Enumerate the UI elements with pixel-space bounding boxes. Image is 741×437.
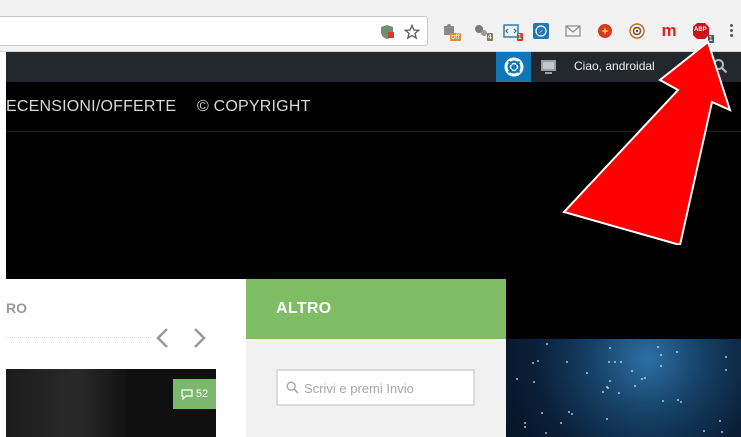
thumbnail-image	[6, 369, 126, 437]
star-dot	[644, 377, 646, 379]
star-dot	[662, 400, 664, 402]
star-dot	[560, 422, 562, 424]
star-dot	[660, 354, 662, 356]
star-dot	[660, 365, 662, 367]
page: off 4 1 m ABP 1 Ciao, androidal ECENSION…	[0, 0, 741, 437]
shield-icon[interactable]	[378, 23, 396, 41]
comment-icon	[181, 388, 193, 400]
star-dot	[524, 422, 526, 424]
star-dot	[606, 418, 608, 420]
star-dot	[545, 432, 547, 434]
altro-widget-header: ALTRO	[246, 279, 506, 339]
star-dot	[676, 351, 678, 353]
star-dot	[631, 370, 633, 372]
lifebuoy-icon[interactable]	[496, 52, 531, 82]
star-dot	[677, 399, 679, 401]
gear-cluster-extension-icon[interactable]: 4	[472, 22, 493, 41]
star-dot	[657, 346, 659, 348]
star-dot	[586, 372, 588, 374]
star-dot	[532, 362, 534, 364]
comment-count-badge[interactable]: 52	[173, 379, 216, 409]
post-thumbnail[interactable]: 52	[6, 369, 216, 437]
extension-badge: off	[449, 33, 461, 41]
star-dot	[618, 392, 620, 394]
search-box[interactable]	[276, 369, 475, 406]
star-dot	[571, 413, 573, 415]
star-dot	[606, 386, 608, 388]
next-arrow-icon[interactable]	[190, 327, 208, 349]
puzzle-extension-icon[interactable]: off	[440, 22, 461, 41]
address-bar[interactable]	[0, 16, 428, 46]
star-dot	[568, 411, 570, 413]
star-bookmark-icon[interactable]	[403, 23, 421, 41]
browser-menu-icon[interactable]	[728, 24, 734, 40]
red-annotation-arrow	[562, 40, 732, 245]
star-dot	[620, 361, 622, 363]
adblock-label: ABP	[694, 27, 707, 33]
star-dot	[546, 343, 548, 345]
widget-title: RO	[6, 300, 27, 316]
star-dot	[725, 356, 727, 358]
star-dot	[680, 401, 682, 403]
search-input[interactable]	[304, 379, 469, 397]
star-dot	[541, 412, 543, 414]
star-dot	[609, 380, 611, 382]
star-dot	[537, 360, 539, 362]
star-dot	[516, 378, 518, 380]
altro-title: ALTRO	[276, 300, 332, 317]
screen-options-icon[interactable]	[540, 59, 557, 75]
extension-badge: 1	[516, 33, 523, 41]
search-icon	[286, 381, 299, 394]
right-dark-panel	[506, 279, 741, 339]
star-dot	[524, 426, 526, 428]
mail-extension-icon[interactable]	[564, 22, 582, 40]
star-dot	[725, 369, 727, 371]
extension-badge: 4	[486, 33, 493, 41]
star-dot	[566, 361, 568, 363]
star-dot	[703, 430, 705, 432]
compass-extension-icon[interactable]	[532, 22, 550, 40]
star-dot	[533, 381, 535, 383]
adblock-plus-extension-icon[interactable]: ABP 1	[692, 22, 714, 43]
red-badge-extension-icon[interactable]	[596, 22, 614, 40]
m-letter-extension-icon[interactable]: m	[660, 22, 678, 40]
altro-widget-body	[246, 339, 506, 437]
left-widget: RO 52	[6, 279, 246, 437]
star-dot	[602, 391, 604, 393]
star-dot	[634, 385, 636, 387]
target-extension-icon[interactable]	[628, 22, 646, 40]
star-dot	[614, 361, 616, 363]
star-dot	[608, 361, 610, 363]
nav-item-copyright[interactable]: © COPYRIGHT	[197, 98, 311, 116]
star-dot	[719, 420, 721, 422]
comment-count: 52	[195, 388, 209, 400]
code-extension-icon[interactable]: 1	[502, 22, 523, 41]
divider	[6, 337, 151, 338]
star-dot	[721, 431, 723, 433]
star-dot	[641, 378, 643, 380]
prev-arrow-icon[interactable]	[154, 327, 172, 349]
star-dot	[609, 347, 611, 349]
nav-item-recensioni-offerte[interactable]: ECENSIONI/OFFERTE	[6, 98, 176, 116]
space-background-image	[506, 339, 741, 437]
